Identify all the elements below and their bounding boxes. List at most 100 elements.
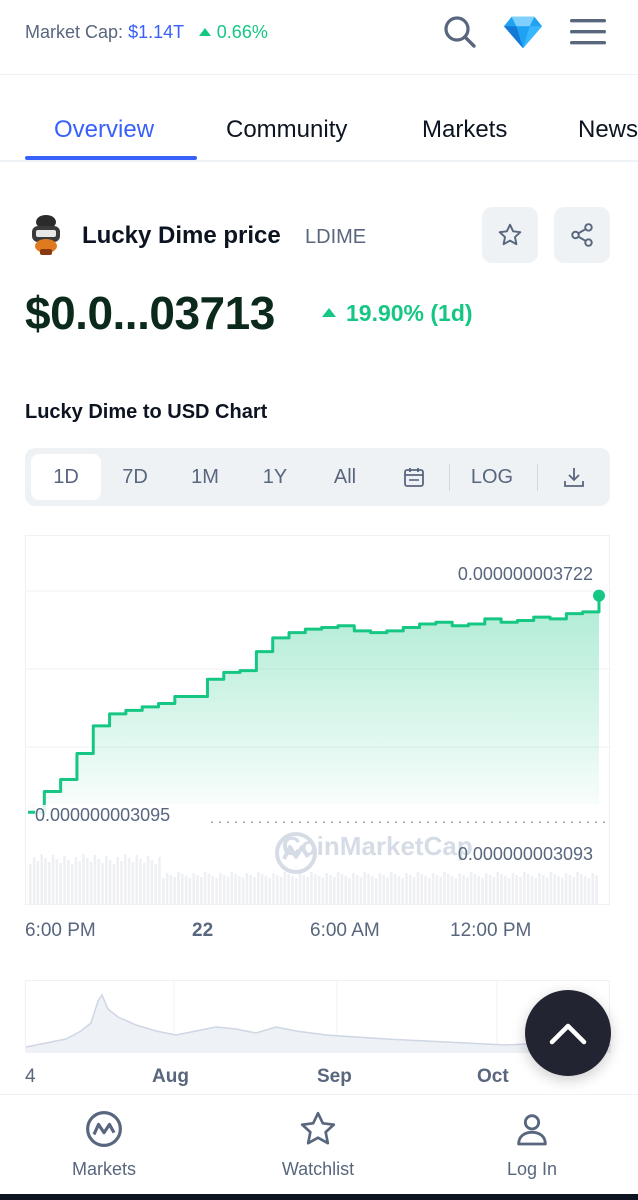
scroll-to-top-button[interactable] bbox=[525, 990, 611, 1076]
volume-bar bbox=[583, 876, 587, 904]
range-1d-button[interactable]: 1D bbox=[31, 454, 101, 500]
search-button[interactable] bbox=[440, 12, 480, 52]
volume-bar bbox=[492, 877, 496, 904]
volume-bar bbox=[367, 874, 370, 904]
chart-low-label: 0.000000003093 bbox=[457, 844, 593, 864]
volume-bar bbox=[310, 872, 313, 904]
volume-bar bbox=[401, 878, 404, 904]
x-tick-label: 12:00 PM bbox=[450, 920, 532, 941]
volume-bar bbox=[63, 856, 66, 904]
tab-markets[interactable]: Markets bbox=[422, 116, 507, 144]
volume-bar bbox=[264, 876, 268, 904]
volume-bar bbox=[534, 878, 537, 904]
share-button[interactable] bbox=[554, 207, 610, 263]
tab-overview[interactable]: Overview bbox=[54, 116, 154, 144]
volume-bar bbox=[86, 858, 89, 904]
volume-bar bbox=[561, 878, 564, 904]
volume-bar bbox=[29, 864, 32, 904]
nav-login[interactable]: Log In bbox=[462, 1109, 602, 1180]
download-chart-button[interactable] bbox=[543, 454, 605, 500]
volume-bar bbox=[55, 859, 59, 904]
volume-bar bbox=[203, 872, 207, 904]
coinmarketcap-logo-icon bbox=[86, 1111, 122, 1147]
volume-bar bbox=[36, 861, 40, 904]
volume-bar bbox=[378, 873, 382, 904]
star-icon bbox=[300, 1111, 336, 1145]
volume-bar bbox=[397, 876, 401, 904]
volume-bar bbox=[504, 876, 507, 904]
volume-bar bbox=[485, 873, 488, 904]
volume-bar bbox=[390, 872, 393, 904]
price-change-value: 19.90% (1d) bbox=[346, 300, 473, 326]
log-scale-button[interactable]: LOG bbox=[457, 454, 527, 500]
volume-bar bbox=[169, 875, 173, 904]
volume-bar bbox=[420, 874, 423, 904]
volume-bar bbox=[48, 862, 51, 904]
volume-bar bbox=[363, 872, 366, 904]
volume-bar bbox=[428, 878, 431, 904]
volume-bar bbox=[564, 873, 568, 904]
tab-news[interactable]: News bbox=[578, 116, 638, 144]
volume-bar bbox=[32, 857, 36, 904]
price-chart[interactable]: CoinMarketCap 0.000000003722 0.000000003… bbox=[25, 535, 611, 905]
nav-markets-label: Markets bbox=[71, 1159, 136, 1179]
volume-bar bbox=[291, 876, 294, 904]
overview-x-label: 4 bbox=[25, 1066, 36, 1087]
chart-watermark: CoinMarketCap bbox=[274, 831, 473, 874]
volume-bar bbox=[234, 874, 237, 904]
volume-bar bbox=[162, 878, 165, 904]
market-cap-summary: Market Cap: $1.14T 0.66% bbox=[25, 22, 268, 43]
watchlist-star-button[interactable] bbox=[482, 207, 538, 263]
last-price-point bbox=[593, 589, 605, 602]
chart-high-label: 0.000000003722 bbox=[457, 564, 593, 585]
volume-bar bbox=[283, 872, 287, 904]
range-divider bbox=[537, 464, 538, 491]
diamond-button[interactable] bbox=[503, 12, 543, 52]
range-all-button[interactable]: All bbox=[311, 454, 379, 500]
volume-bar bbox=[253, 877, 256, 904]
tab-community[interactable]: Community bbox=[226, 116, 347, 144]
volume-bar bbox=[568, 875, 572, 904]
volume-bar bbox=[222, 875, 226, 904]
volume-bar bbox=[219, 873, 222, 904]
volume-bar bbox=[215, 878, 218, 904]
nav-watchlist[interactable]: Watchlist bbox=[248, 1109, 388, 1180]
volume-bar bbox=[538, 873, 541, 904]
download-icon bbox=[564, 468, 584, 487]
coin-symbol: LDIME bbox=[305, 226, 367, 248]
volume-bar bbox=[393, 874, 397, 904]
volume-bar bbox=[523, 872, 526, 904]
menu-button[interactable] bbox=[568, 12, 608, 52]
overview-x-label: Oct bbox=[477, 1066, 509, 1087]
overview-x-label: Sep bbox=[317, 1066, 352, 1087]
diamond-icon bbox=[503, 16, 543, 49]
home-indicator bbox=[0, 1194, 638, 1200]
overview-chart[interactable] bbox=[25, 980, 611, 1053]
volume-bar bbox=[458, 873, 461, 904]
market-cap-change: 0.66% bbox=[216, 22, 268, 42]
volume-bar bbox=[447, 874, 450, 904]
range-7d-button[interactable]: 7D bbox=[101, 454, 169, 500]
volume-bar bbox=[44, 858, 47, 904]
volume-bar bbox=[74, 857, 78, 904]
volume-bar bbox=[481, 878, 484, 904]
volume-bar bbox=[188, 878, 192, 904]
volume-bar bbox=[279, 877, 283, 904]
volume-bar bbox=[450, 876, 454, 904]
volume-bar bbox=[295, 878, 298, 904]
user-icon bbox=[517, 1114, 547, 1146]
volume-bar bbox=[340, 874, 344, 904]
range-1m-button[interactable]: 1M bbox=[171, 454, 239, 500]
volume-bar bbox=[317, 876, 321, 904]
volume-bar bbox=[416, 872, 420, 904]
volume-bar bbox=[424, 876, 427, 904]
nav-markets[interactable]: Markets bbox=[34, 1109, 174, 1180]
date-range-button[interactable] bbox=[381, 454, 447, 500]
volume-bar bbox=[549, 872, 553, 904]
volume-bar bbox=[177, 872, 180, 904]
price-change: 19.90% (1d) bbox=[322, 300, 473, 327]
volume-bar bbox=[500, 874, 503, 904]
coin-name: Lucky Dime price bbox=[82, 222, 281, 249]
range-1y-button[interactable]: 1Y bbox=[241, 454, 309, 500]
nav-login-label: Log In bbox=[506, 1159, 558, 1179]
